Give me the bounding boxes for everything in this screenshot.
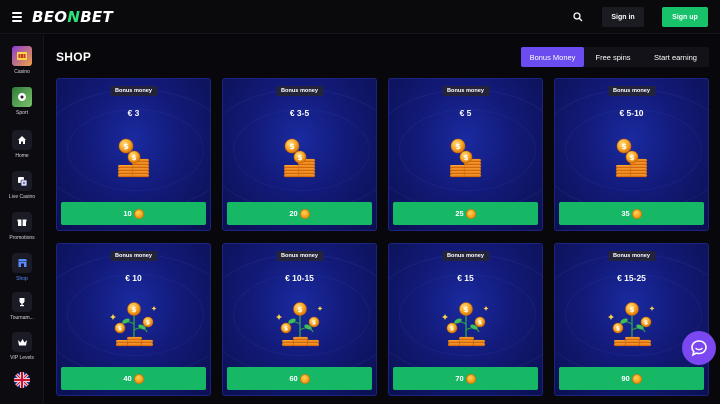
card-badge: Bonus money bbox=[110, 251, 157, 261]
brand-logo-accent: N bbox=[67, 7, 81, 26]
top-header: BEONBET Sign in Sign up bbox=[0, 0, 720, 34]
coin-icon bbox=[631, 373, 642, 384]
coin-stack-icon bbox=[112, 137, 156, 181]
live-chat-button[interactable] bbox=[682, 331, 716, 365]
card-amount: € 5 bbox=[459, 108, 472, 118]
sidebar-item-shop[interactable]: Shop bbox=[0, 253, 44, 282]
sidebar-item-label: Shop bbox=[16, 276, 28, 282]
card-badge: Bonus money bbox=[608, 251, 655, 261]
price-value: 10 bbox=[123, 209, 132, 218]
card-amount: € 15 bbox=[457, 273, 474, 283]
brand-logo-text-end: BET bbox=[80, 7, 114, 26]
shop-card[interactable]: Bonus money € 5-10 35 bbox=[554, 78, 709, 231]
sidebar-item-label: VIP Levels bbox=[10, 355, 34, 361]
sidebar-item-vip-levels[interactable]: VIP Levels bbox=[0, 332, 44, 361]
buy-button[interactable]: 70 bbox=[393, 367, 538, 390]
sign-in-button[interactable]: Sign in bbox=[602, 7, 644, 27]
chat-icon bbox=[691, 340, 707, 357]
gift-icon bbox=[12, 212, 32, 232]
card-badge: Bonus money bbox=[276, 251, 323, 261]
sidebar-item-label: Tournam... bbox=[10, 315, 34, 321]
card-amount: € 10 bbox=[125, 273, 142, 283]
coin-icon bbox=[465, 208, 476, 219]
shop-card[interactable]: Bonus money € 10 40 bbox=[56, 243, 211, 396]
shop-card[interactable]: Bonus money € 3 10 bbox=[56, 78, 211, 231]
menu-icon[interactable] bbox=[12, 11, 22, 22]
price-value: 90 bbox=[621, 374, 630, 383]
card-amount: € 15-25 bbox=[617, 273, 646, 283]
sidebar-item-label: Casino bbox=[14, 69, 30, 75]
brand-logo[interactable]: BEONBET bbox=[32, 8, 113, 26]
sidebar-item-promotions[interactable]: Promotions bbox=[0, 212, 44, 241]
buy-button[interactable]: 35 bbox=[559, 202, 704, 225]
sidebar-item-tournaments[interactable]: Tournam... bbox=[0, 292, 44, 321]
coin-icon bbox=[299, 208, 310, 219]
card-amount: € 10-15 bbox=[285, 273, 314, 283]
shop-card[interactable]: Bonus money € 15-25 90 bbox=[554, 243, 709, 396]
uk-flag-icon bbox=[14, 372, 30, 388]
buy-button[interactable]: 90 bbox=[559, 367, 704, 390]
slot-machine-icon bbox=[12, 46, 32, 66]
dice-icon bbox=[12, 171, 32, 191]
crown-icon bbox=[12, 332, 32, 352]
price-value: 40 bbox=[123, 374, 132, 383]
buy-button[interactable]: 40 bbox=[61, 367, 206, 390]
card-badge: Bonus money bbox=[276, 86, 323, 96]
price-value: 20 bbox=[289, 209, 298, 218]
home-icon bbox=[12, 130, 32, 150]
coin-icon bbox=[631, 208, 642, 219]
buy-button[interactable]: 10 bbox=[61, 202, 206, 225]
coin-plant-icon bbox=[439, 300, 493, 348]
price-value: 35 bbox=[621, 209, 630, 218]
price-value: 60 bbox=[289, 374, 298, 383]
card-amount: € 3 bbox=[127, 108, 140, 118]
shop-card[interactable]: Bonus money € 10-15 60 bbox=[222, 243, 377, 396]
tab-free-spins[interactable]: Free spins bbox=[584, 47, 642, 67]
card-amount: € 5-10 bbox=[619, 108, 644, 118]
coin-stack-icon bbox=[444, 137, 488, 181]
shop-tabs: Bonus Money Free spins Start earning bbox=[521, 47, 709, 67]
trophy-icon bbox=[12, 292, 32, 312]
card-badge: Bonus money bbox=[110, 86, 157, 96]
search-icon[interactable] bbox=[570, 7, 588, 27]
shop-card[interactable]: Bonus money € 5 25 bbox=[388, 78, 543, 231]
coin-plant-icon bbox=[273, 300, 327, 348]
page-title: SHOP bbox=[56, 50, 92, 64]
sign-up-button[interactable]: Sign up bbox=[662, 7, 708, 27]
buy-button[interactable]: 20 bbox=[227, 202, 372, 225]
sidebar-item-label: Live Casino bbox=[8, 194, 36, 200]
sidebar-item-label: Sport bbox=[16, 110, 28, 116]
shop-card[interactable]: Bonus money € 15 70 bbox=[388, 243, 543, 396]
football-field-icon bbox=[12, 87, 32, 107]
price-value: 25 bbox=[455, 209, 464, 218]
sidebar: Casino Sport Home Live Casino Promotions… bbox=[0, 35, 44, 404]
sidebar-item-label: Promotions bbox=[9, 235, 35, 241]
coin-icon bbox=[299, 373, 310, 384]
card-badge: Bonus money bbox=[442, 86, 489, 96]
card-badge: Bonus money bbox=[442, 251, 489, 261]
coin-icon bbox=[133, 208, 144, 219]
buy-button[interactable]: 60 bbox=[227, 367, 372, 390]
coin-stack-icon bbox=[278, 137, 322, 181]
price-value: 70 bbox=[455, 374, 464, 383]
card-amount: € 3-5 bbox=[289, 108, 310, 118]
sidebar-item-casino[interactable]: Casino bbox=[0, 46, 44, 75]
tab-bonus-money[interactable]: Bonus Money bbox=[521, 47, 584, 67]
coin-plant-icon bbox=[107, 300, 161, 348]
sidebar-item-sport[interactable]: Sport bbox=[0, 87, 44, 116]
shop-icon bbox=[12, 253, 32, 273]
coin-stack-icon bbox=[610, 137, 654, 181]
sidebar-item-label: Home bbox=[15, 153, 29, 159]
shop-card[interactable]: Bonus money € 3-5 20 bbox=[222, 78, 377, 231]
coin-icon bbox=[465, 373, 476, 384]
sidebar-item-home[interactable]: Home bbox=[0, 130, 44, 159]
sidebar-item-live-casino[interactable]: Live Casino bbox=[0, 171, 44, 200]
coin-icon bbox=[133, 373, 144, 384]
language-selector[interactable] bbox=[0, 372, 44, 388]
coin-plant-icon bbox=[605, 300, 659, 348]
card-badge: Bonus money bbox=[608, 86, 655, 96]
tab-start-earning[interactable]: Start earning bbox=[642, 47, 709, 67]
brand-logo-text: BEO bbox=[32, 7, 68, 26]
buy-button[interactable]: 25 bbox=[393, 202, 538, 225]
